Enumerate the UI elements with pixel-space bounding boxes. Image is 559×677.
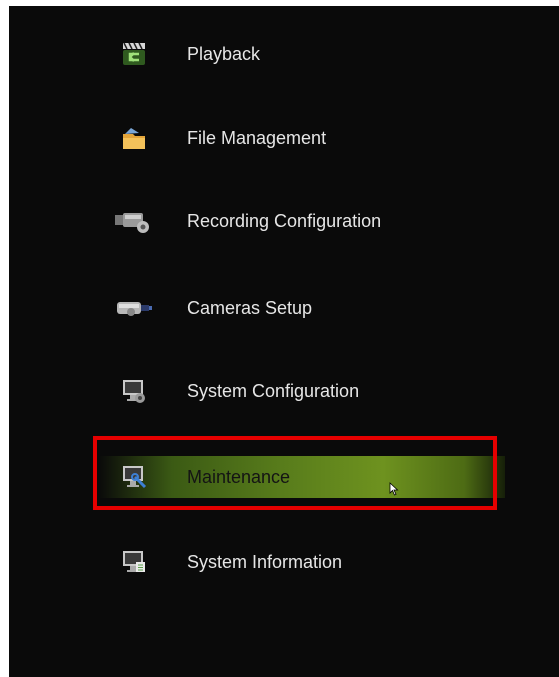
menu-item-file-management[interactable]: File Management [99, 117, 505, 159]
main-menu-screen: Playback File Management Recording Confi… [9, 6, 559, 677]
monitor-wrench-icon [113, 463, 153, 491]
menu-item-system-configuration[interactable]: System Configuration [99, 370, 505, 412]
menu-item-maintenance[interactable]: Maintenance [99, 456, 505, 498]
menu-item-label: File Management [187, 128, 327, 148]
menu-item-label: Recording Configuration [187, 211, 382, 231]
menu-item-label: Cameras Setup [187, 298, 313, 318]
folder-icon [113, 124, 153, 152]
menu-item-label: Maintenance [187, 467, 291, 487]
security-camera-icon [113, 294, 153, 322]
monitor-info-icon [113, 548, 153, 576]
video-camera-gear-icon [113, 207, 153, 235]
playback-clapper-icon [113, 40, 153, 68]
menu-item-system-information[interactable]: System Information [99, 541, 505, 583]
monitor-gear-icon [113, 377, 153, 405]
menu-item-label: Playback [187, 44, 261, 64]
menu-item-recording-configuration[interactable]: Recording Configuration [99, 200, 505, 242]
menu-item-cameras-setup[interactable]: Cameras Setup [99, 287, 505, 329]
menu-item-playback[interactable]: Playback [99, 33, 505, 75]
mouse-cursor-icon [389, 482, 399, 496]
menu-item-label: System Configuration [187, 381, 360, 401]
menu-item-label: System Information [187, 552, 343, 572]
